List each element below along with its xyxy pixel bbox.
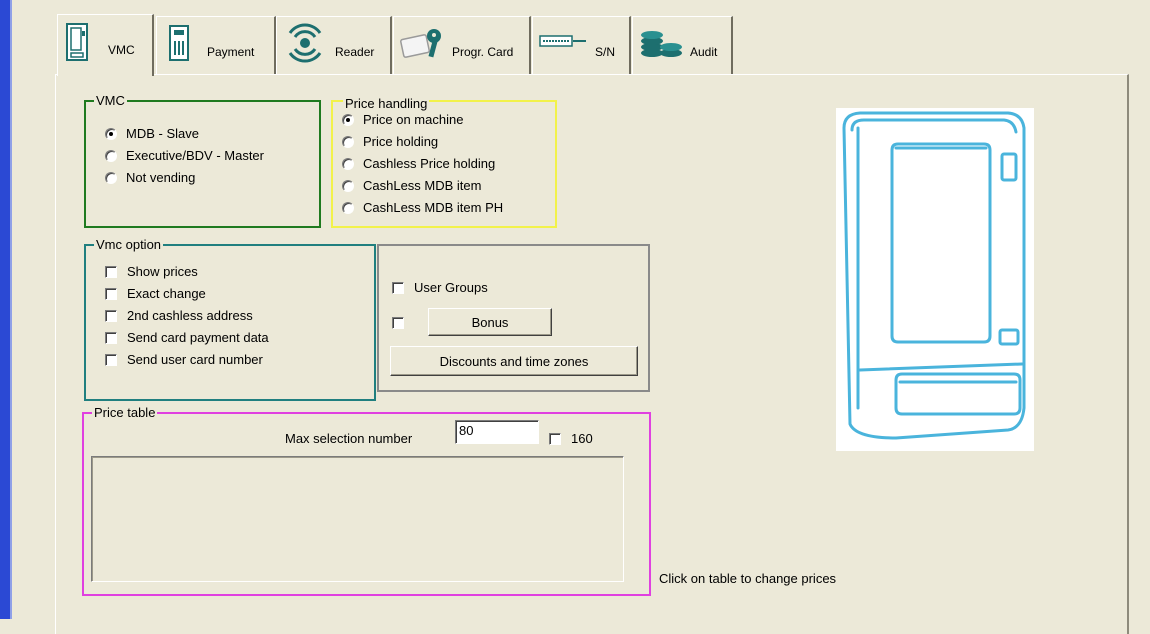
checkbox-show-prices-box[interactable] (105, 265, 117, 278)
radio-cashless-price-holding-indicator[interactable] (342, 157, 354, 170)
tab-vmc-label: VMC (108, 43, 135, 57)
radio-executive-bdv-master-indicator[interactable] (105, 149, 117, 162)
vmc-option-group: Vmc option Show prices Exact change 2nd … (84, 237, 376, 401)
checkbox-2nd-cashless-address-label: 2nd cashless address (127, 308, 253, 323)
radio-not-vending-label: Not vending (126, 170, 196, 185)
bonus-button[interactable]: Bonus (428, 308, 552, 336)
price-table-group: Price table Max selection number 80 160 (82, 405, 651, 596)
vending-machine-image (836, 108, 1034, 451)
price-table-hint: Click on table to change prices (659, 571, 837, 586)
radio-mdb-slave-label: MDB - Slave (126, 126, 199, 141)
checkbox-send-user-card-number[interactable]: Send user card number (105, 352, 263, 367)
checkbox-exact-change[interactable]: Exact change (105, 286, 206, 301)
checkbox-show-prices[interactable]: Show prices (105, 264, 198, 279)
radio-price-on-machine[interactable]: Price on machine (342, 112, 463, 127)
radio-mdb-slave[interactable]: MDB - Slave (105, 126, 199, 141)
tab-progr-card-label: Progr. Card (452, 45, 514, 59)
tab-progr-card[interactable]: Progr. Card (393, 16, 531, 74)
coin-mech-icon (167, 23, 193, 66)
radio-not-vending-indicator[interactable] (105, 171, 117, 184)
radio-not-vending[interactable]: Not vending (105, 170, 195, 185)
checkbox-user-groups-label: User Groups (414, 280, 488, 295)
checkbox-160-box[interactable] (549, 432, 561, 445)
checkbox-bonus[interactable] (392, 317, 404, 329)
vmc-option-title: Vmc option (94, 237, 164, 253)
radio-executive-bdv-master-label: Executive/BDV - Master (126, 148, 264, 163)
window-left-accent-edge (10, 0, 12, 619)
vmc-group: VMC MDB - Slave Executive/BDV - Master N… (84, 93, 321, 228)
radio-price-holding[interactable]: Price holding (342, 134, 438, 149)
tab-sn-label: S/N (595, 45, 616, 59)
radio-cashless-price-holding-label: Cashless Price holding (363, 156, 496, 171)
checkbox-send-user-card-number-box[interactable] (105, 353, 117, 366)
radio-cashless-price-holding[interactable]: Cashless Price holding (342, 156, 495, 171)
radio-price-holding-indicator[interactable] (342, 135, 354, 148)
tab-payment[interactable]: Payment (156, 16, 276, 74)
radio-price-on-machine-label: Price on machine (363, 112, 464, 127)
window-left-accent (0, 0, 10, 619)
tab-sn[interactable]: S/N (532, 16, 631, 74)
checkbox-exact-change-box[interactable] (105, 287, 117, 300)
checkbox-160-label: 160 (571, 431, 593, 446)
radio-cashless-mdb-item-indicator[interactable] (342, 179, 354, 192)
radio-price-on-machine-indicator[interactable] (342, 113, 354, 126)
checkbox-send-card-payment-data-box[interactable] (105, 331, 117, 344)
checkbox-160[interactable]: 160 (549, 431, 593, 446)
radio-mdb-slave-indicator[interactable] (105, 127, 117, 140)
max-selection-label: Max selection number (285, 431, 413, 446)
vending-machine-icon (66, 23, 88, 64)
checkbox-send-card-payment-data[interactable]: Send card payment data (105, 330, 269, 345)
tab-reader-label: Reader (335, 45, 375, 59)
price-handling-title: Price handling (343, 96, 430, 112)
price-table-title: Price table (92, 405, 158, 421)
tab-payment-label: Payment (207, 45, 255, 59)
max-selection-input[interactable]: 80 (455, 420, 539, 444)
checkbox-exact-change-label: Exact change (127, 286, 206, 301)
radio-cashless-mdb-item-label: CashLess MDB item (363, 178, 482, 193)
tab-audit-label: Audit (690, 45, 718, 59)
vending-machine-illustration (842, 111, 1026, 440)
checkbox-user-groups[interactable]: User Groups (392, 280, 488, 295)
checkbox-2nd-cashless-address-box[interactable] (105, 309, 117, 322)
checkbox-user-groups-box[interactable] (392, 281, 404, 294)
audit-coins-icon (639, 25, 685, 62)
checkbox-send-user-card-number-label: Send user card number (127, 352, 263, 367)
tab-reader[interactable]: Reader (276, 16, 392, 74)
radio-price-holding-label: Price holding (363, 134, 439, 149)
user-groups-group: User Groups Bonus Discounts and time zon… (377, 244, 650, 392)
checkbox-2nd-cashless-address[interactable]: 2nd cashless address (105, 308, 253, 323)
vmc-group-title: VMC (94, 93, 127, 109)
tab-audit[interactable]: Audit (632, 16, 733, 74)
checkbox-show-prices-label: Show prices (127, 264, 198, 279)
tab-vmc[interactable]: VMC (57, 14, 154, 76)
discounts-time-zones-button[interactable]: Discounts and time zones (390, 346, 638, 376)
key-card-icon (400, 25, 448, 64)
price-handling-group: Price handling Price on machine Price ho… (331, 96, 557, 228)
checkbox-send-card-payment-data-label: Send card payment data (127, 330, 269, 345)
radio-cashless-mdb-item-ph-label: CashLess MDB item PH (363, 200, 504, 215)
price-table-grid[interactable] (91, 456, 624, 582)
radio-executive-bdv-master[interactable]: Executive/BDV - Master (105, 148, 264, 163)
radio-cashless-mdb-item-ph-indicator[interactable] (342, 201, 354, 214)
radio-cashless-mdb-item-ph[interactable]: CashLess MDB item PH (342, 200, 503, 215)
serial-number-icon (539, 33, 587, 52)
wireless-reader-icon (285, 23, 325, 66)
radio-cashless-mdb-item[interactable]: CashLess MDB item (342, 178, 481, 193)
